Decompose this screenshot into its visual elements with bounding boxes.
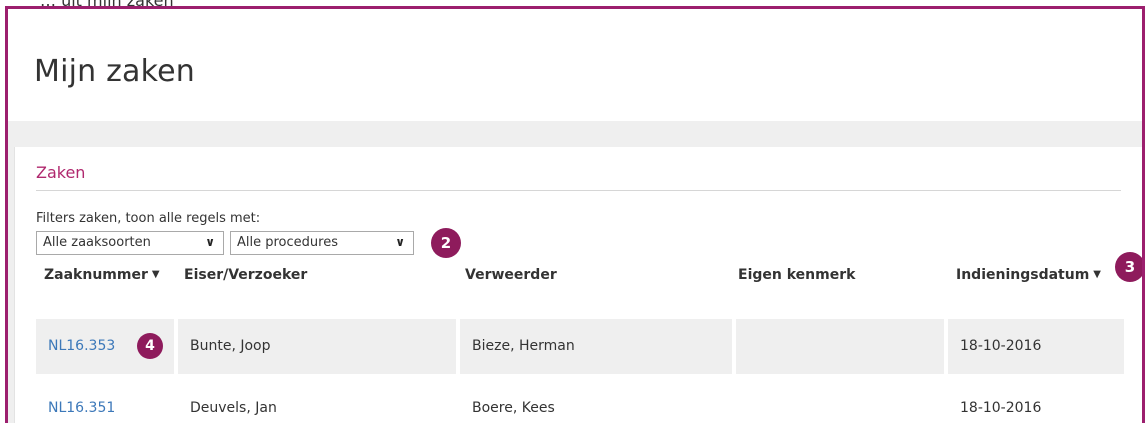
column-header-datum[interactable]: Indieningsdatum ▼ [956,267,1101,283]
column-header-verweerder[interactable]: Verweerder [465,267,557,283]
column-header-label: Verweerder [465,267,557,283]
callout-badge-case: 4 [137,333,163,359]
case-number-link[interactable]: NL16.351 [36,381,174,423]
sort-down-icon: ▼ [151,269,160,280]
date-cell: 18-10-2016 [960,400,1042,416]
claimant-cell: Deuvels, Jan [190,400,277,416]
section-divider [36,190,1121,191]
page-header: Mijn zaken [8,9,1142,119]
column-header-label: Eiser/Verzoeker [184,267,308,283]
cases-panel: Zaken Filters zaken, toon alle regels me… [14,147,1142,423]
date-cell: 18-10-2016 [960,338,1042,354]
app-frame: Mijn zaken Zaken Filters zaken, toon all… [5,6,1145,423]
filter-label: Filters zaken, toon alle regels met: [36,211,261,226]
table-row[interactable]: NL16.353 4 Bunte, Joop Bieze, Herman 18-… [36,319,1124,374]
column-header-zaaknummer[interactable]: Zaaknummer ▼ [44,267,160,283]
sort-down-icon: ▼ [1093,269,1101,280]
procedure-select[interactable]: Alle procedures ∨ [230,231,414,255]
column-header-label: Zaaknummer [44,267,148,283]
page-title: Mijn zaken [34,54,196,89]
procedure-value: Alle procedures [237,235,338,250]
section-title: Zaken [36,163,86,182]
defendant-cell: Boere, Kees [472,400,555,416]
reference-cell [736,381,944,423]
defendant-cell: Bieze, Herman [472,338,575,354]
table-row[interactable]: NL16.351 Deuvels, Jan Boere, Kees 18-10-… [36,381,1124,423]
callout-badge-filter: 2 [431,228,461,258]
case-type-value: Alle zaaksoorten [43,235,151,250]
reference-cell [736,319,944,374]
case-type-select[interactable]: Alle zaaksoorten ∨ [36,231,224,255]
column-header-label: Eigen kenmerk [738,267,856,283]
column-header-label: Indieningsdatum [956,267,1090,283]
column-header-kenmerk[interactable]: Eigen kenmerk [738,267,855,283]
chevron-down-icon: ∨ [395,235,405,249]
column-header-eiser[interactable]: Eiser/Verzoeker [184,267,307,283]
chevron-down-icon: ∨ [205,235,215,249]
callout-badge-sort: 3 [1115,252,1142,282]
claimant-cell: Bunte, Joop [190,338,271,354]
